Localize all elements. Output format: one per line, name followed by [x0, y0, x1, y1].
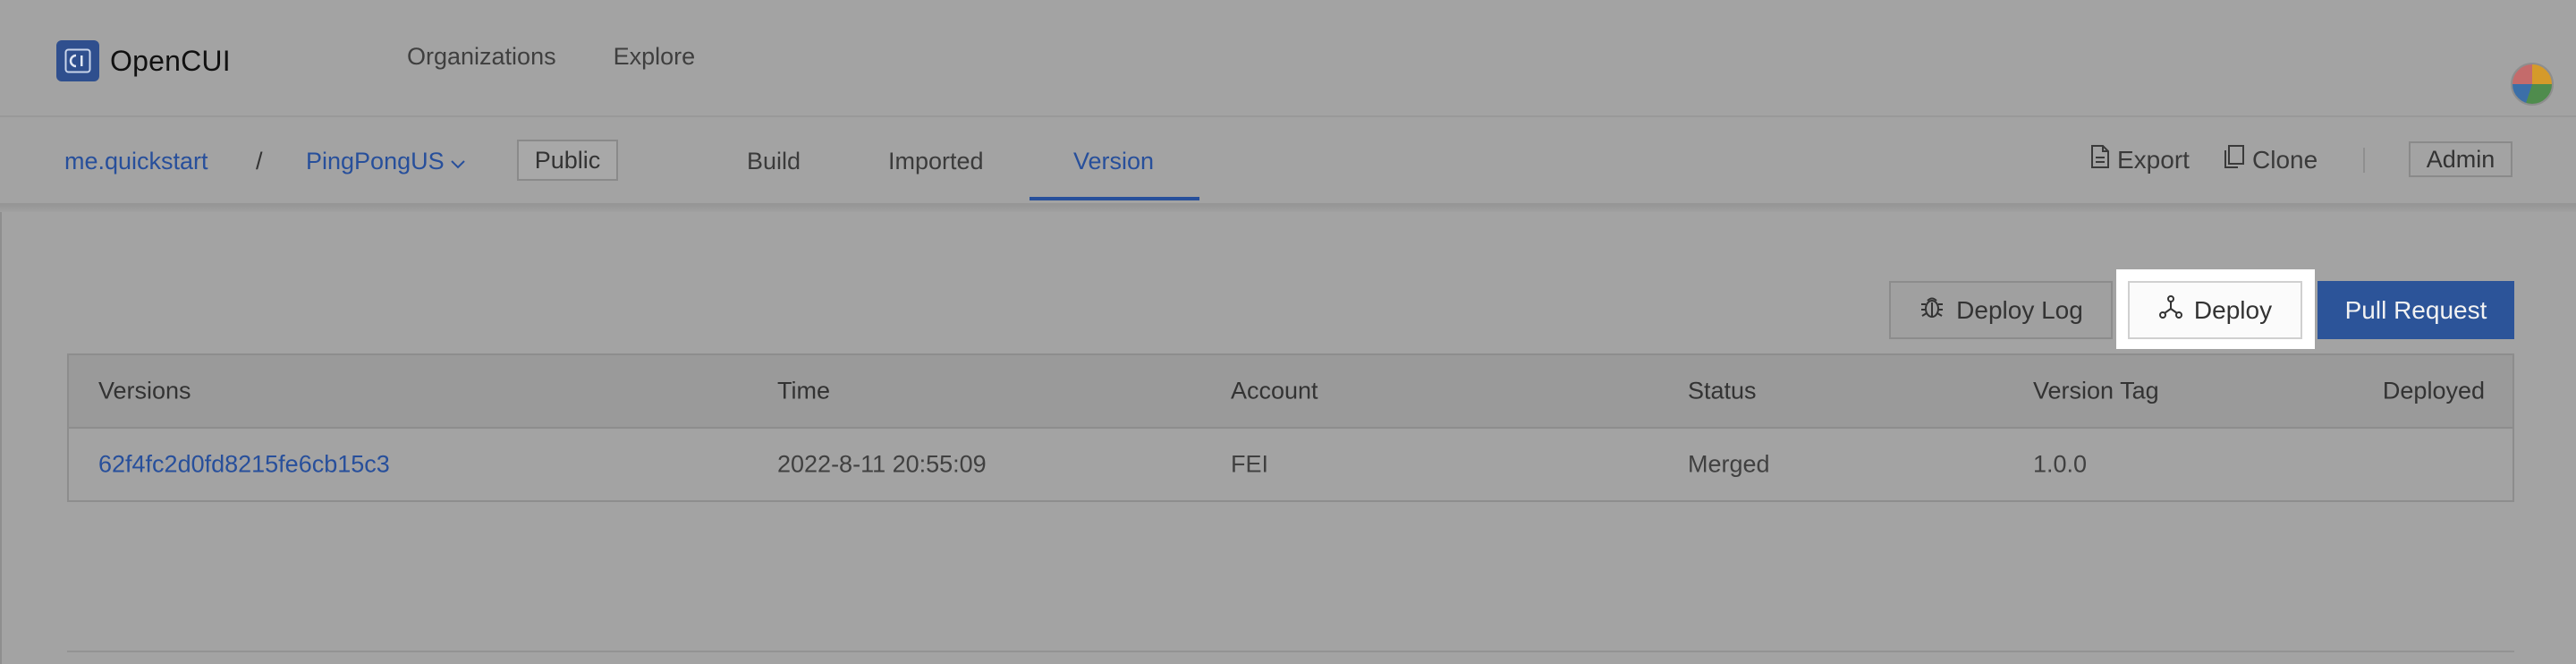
column-header-version-tag: Version Tag: [2033, 377, 2159, 404]
column-header-account: Account: [1231, 377, 1318, 404]
app-name: OpenCUI: [110, 44, 231, 77]
project-name: PingPongUS: [306, 148, 445, 175]
versions-table: Versions Time Account Status Version Tag…: [67, 353, 2514, 502]
nav-explore[interactable]: Explore: [614, 43, 696, 71]
breadcrumb-org[interactable]: me.quickstart: [64, 148, 208, 175]
version-tag: 1.0.0: [2033, 450, 2088, 478]
deploy-icon: [2158, 294, 2183, 326]
breadcrumb-project[interactable]: PingPongUS: [306, 148, 466, 176]
top-header: OpenCUI Organizations Explore: [0, 0, 2576, 117]
column-header-deployed: Deployed: [2382, 377, 2485, 404]
page: OpenCUI Organizations Explore me.quickst…: [0, 0, 2576, 664]
version-time: 2022-8-11 20:55:09: [777, 450, 987, 478]
clone-icon: [2224, 144, 2245, 175]
app-logo[interactable]: OpenCUI: [56, 40, 231, 81]
avatar[interactable]: [2511, 63, 2554, 106]
column-header-status: Status: [1688, 377, 1757, 404]
version-link[interactable]: 62f4fc2d0fd8215fe6cb15c3: [98, 451, 390, 479]
project-header: me.quickstart / PingPongUS Public Build …: [0, 117, 2576, 203]
table-header: Versions Time Account Status Version Tag…: [69, 355, 2512, 429]
top-nav: Organizations Explore: [407, 43, 695, 71]
bug-icon: [1919, 294, 1945, 327]
version-status: Merged: [1688, 450, 1770, 478]
deploy-log-button[interactable]: Deploy Log: [1889, 281, 2113, 339]
deploy-log-label: Deploy Log: [1956, 295, 2083, 324]
table-row: 62f4fc2d0fd8215fe6cb15c3 2022-8-11 20:55…: [69, 429, 2512, 500]
tab-imported[interactable]: Imported: [888, 148, 984, 175]
tab-version[interactable]: Version: [1073, 148, 1154, 175]
deploy-label: Deploy: [2193, 295, 2273, 324]
version-account: FEI: [1231, 450, 1269, 478]
admin-button[interactable]: Admin: [2409, 141, 2512, 177]
clone-button[interactable]: Clone: [2224, 144, 2318, 175]
panel-divider: [67, 651, 2514, 652]
logo-icon: [56, 40, 99, 81]
column-header-time: Time: [777, 377, 830, 404]
chevron-down-icon: [450, 149, 466, 176]
column-header-versions: Versions: [98, 377, 191, 404]
export-button[interactable]: Export: [2090, 144, 2190, 175]
clone-label: Clone: [2252, 145, 2318, 174]
export-icon: [2090, 144, 2110, 175]
deploy-button[interactable]: Deploy: [2128, 281, 2302, 339]
breadcrumb-separator: /: [256, 148, 263, 175]
active-tab-indicator: [1030, 197, 1199, 200]
nav-organizations[interactable]: Organizations: [407, 43, 556, 71]
tab-build[interactable]: Build: [747, 148, 801, 175]
version-panel: Deploy Log Deploy Pull Request Versions …: [0, 212, 2576, 664]
visibility-badge: Public: [517, 140, 618, 181]
export-label: Export: [2117, 145, 2190, 174]
divider: [2363, 148, 2365, 173]
pull-request-button[interactable]: Pull Request: [2318, 281, 2514, 339]
header-shadow: [0, 203, 2576, 212]
